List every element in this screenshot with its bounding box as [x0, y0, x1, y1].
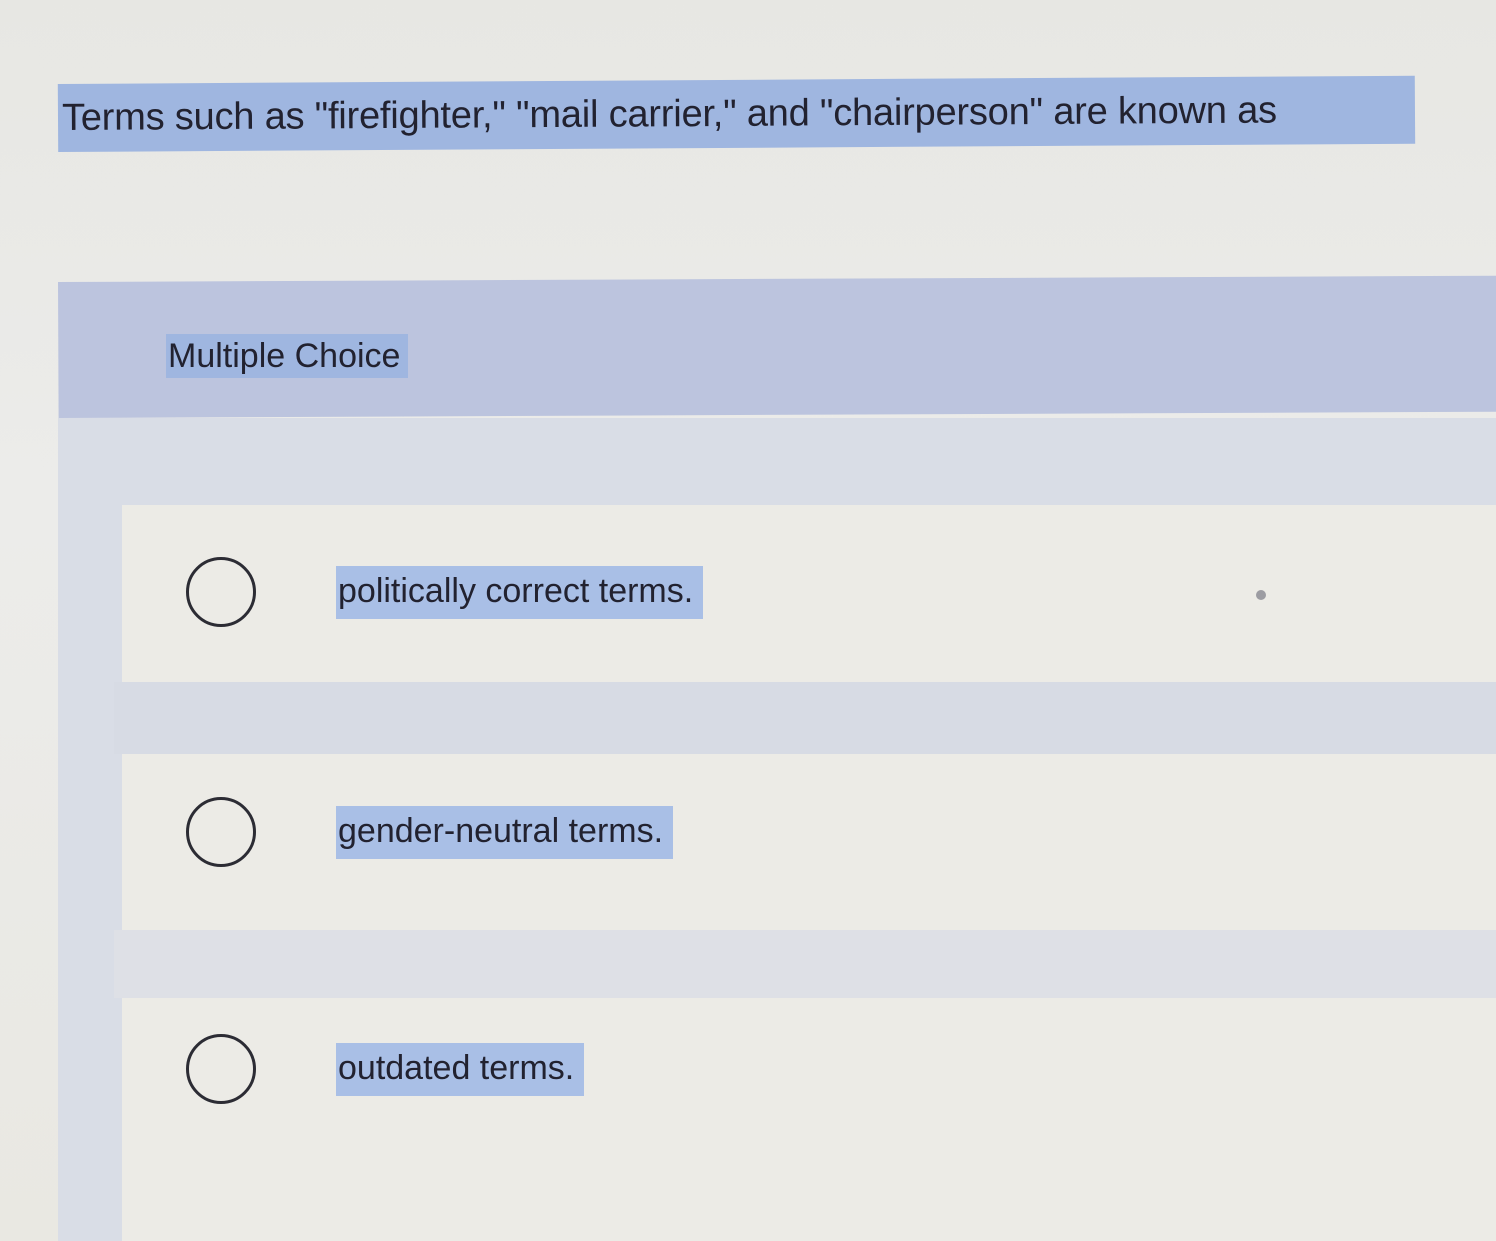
answer-option-label[interactable]: outdated terms. — [336, 1042, 585, 1096]
radio-button[interactable] — [186, 1034, 256, 1104]
answer-option-outdated[interactable]: outdated terms. — [186, 1034, 585, 1104]
question-text: Terms such as "firefighter," "mail carri… — [61, 89, 1277, 139]
answer-option-politically-correct[interactable]: politically correct terms. — [186, 557, 704, 627]
radio-button[interactable] — [186, 797, 256, 867]
question-prompt: Terms such as "firefighter," "mail carri… — [57, 75, 1416, 152]
answer-option-label[interactable]: gender-neutral terms. — [336, 805, 674, 859]
option-divider — [114, 930, 1496, 998]
answer-option-gender-neutral[interactable]: gender-neutral terms. — [186, 797, 674, 867]
option-divider — [114, 682, 1496, 754]
radio-button[interactable] — [186, 557, 256, 627]
screen-speck — [1256, 590, 1266, 600]
answer-option-label[interactable]: politically correct terms. — [336, 565, 704, 619]
question-type-label: Multiple Choice — [166, 334, 409, 378]
quiz-page: Terms such as "firefighter," "mail carri… — [0, 0, 1496, 1241]
